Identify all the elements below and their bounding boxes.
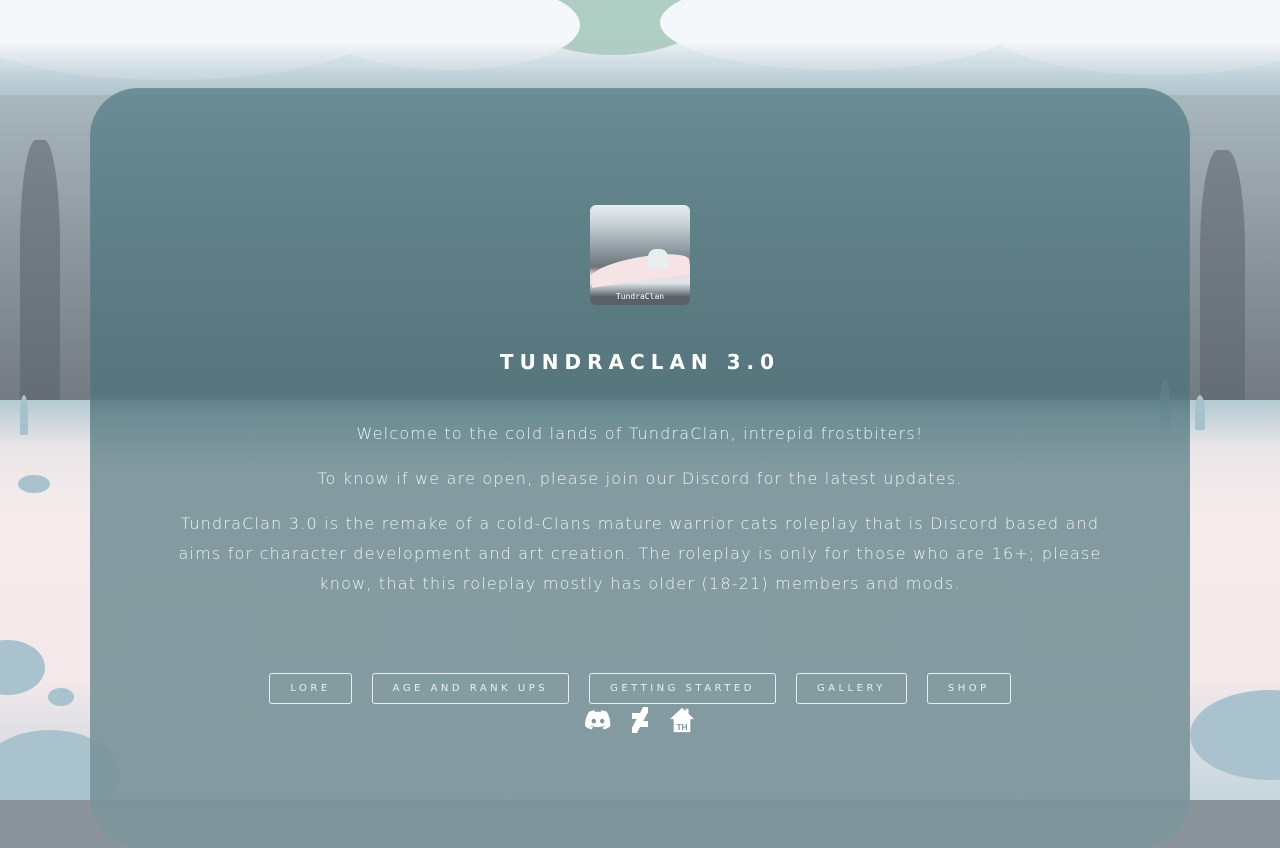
logo-text: TundraClan [615,292,665,301]
grass [20,395,28,435]
age-and-rank-ups-button[interactable]: AGE AND RANK UPS [371,673,570,704]
puddle [48,688,74,706]
page-title: TUNDRACLAN 3.0 [499,350,781,374]
discord-link[interactable] [585,706,611,734]
clan-logo: TundraClan [590,205,690,305]
toyhouse-icon: TH [669,707,695,732]
discord-icon [585,710,611,730]
getting-started-button[interactable]: GETTING STARTED [589,673,776,704]
deviantart-link[interactable] [627,706,653,734]
open-notice-text: To know if we are open, please join our … [317,469,963,488]
gallery-button[interactable]: GALLERY [795,673,907,704]
logo-hill [590,250,690,288]
social-links: TH [90,706,1190,734]
tree-trunk [20,140,60,400]
content-panel: TundraClan TUNDRACLAN 3.0 Welcome to the… [90,88,1190,848]
toyhouse-link[interactable]: TH [669,706,695,734]
toyhouse-label: TH [676,722,687,732]
cat-icon [648,249,668,269]
grass [1195,395,1205,430]
description-text: TundraClan 3.0 is the remake of a cold-C… [178,514,1102,593]
tree-trunk [1200,150,1245,400]
nav-buttons: LORE AGE AND RANK UPS GETTING STARTED GA… [90,673,1190,704]
lore-button[interactable]: LORE [269,673,352,704]
shop-button[interactable]: SHOP [926,673,1011,704]
puddle [18,475,50,493]
deviantart-icon [632,707,648,733]
welcome-text: Welcome to the cold lands of TundraClan,… [356,424,924,443]
